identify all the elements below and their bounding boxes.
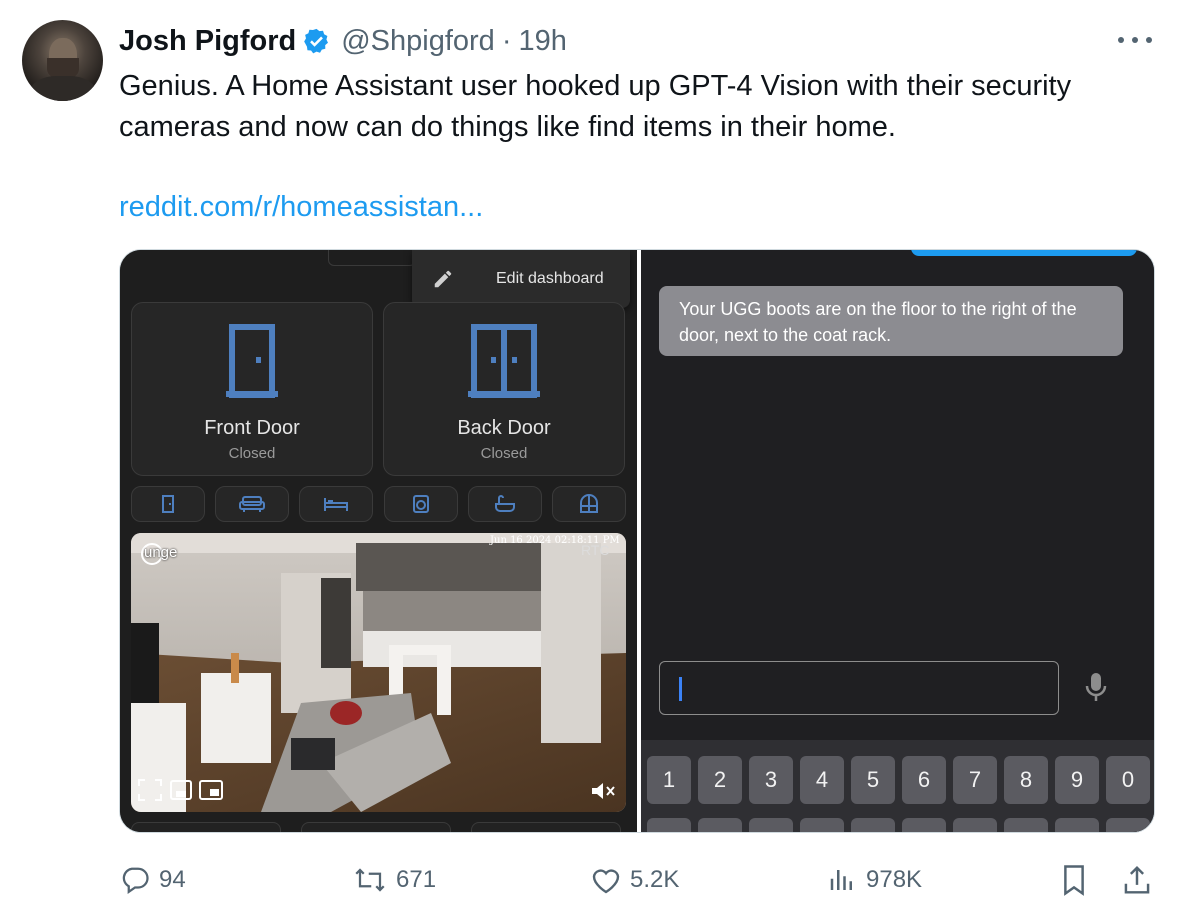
tweet-text: Genius. A Home Assistant user hooked up … <box>119 70 1072 143</box>
sofa-icon <box>239 496 266 512</box>
dot-separator: · <box>501 24 512 57</box>
bed-icon <box>324 498 349 511</box>
camera-scene <box>131 533 626 812</box>
author-avatar[interactable] <box>22 20 103 101</box>
key-8[interactable]: 8 <box>1004 756 1048 804</box>
bookmark-button[interactable] <box>1059 862 1097 898</box>
key-4[interactable]: 4 <box>800 756 844 804</box>
card-state: Closed <box>228 445 276 462</box>
numeric-keyboard: 1234567890 <box>641 740 1154 832</box>
key-6[interactable]: 6 <box>902 756 946 804</box>
like-count: 5.2K <box>630 866 680 893</box>
camera-source: RTC <box>581 542 610 558</box>
door-icon <box>226 324 278 398</box>
key-7[interactable]: 7 <box>953 756 997 804</box>
repost-button[interactable]: 671 <box>352 862 436 898</box>
edit-dashboard-label: Edit dashboard <box>496 270 604 287</box>
tweet-timestamp[interactable]: 19h <box>519 25 567 58</box>
author-name[interactable]: Josh Pigford <box>119 25 296 58</box>
text-caret <box>679 677 682 701</box>
home-assistant-dashboard: Edit dashboard Front Door Closed Back Do… <box>120 250 637 832</box>
tweet-media[interactable]: Edit dashboard Front Door Closed Back Do… <box>119 249 1155 833</box>
second-key-row <box>647 818 1150 832</box>
author-handle[interactable]: @Shpigford <box>341 25 495 58</box>
tweet-header: Josh Pigford @Shpigford · 19h <box>119 24 567 58</box>
view-count: 978K <box>866 866 923 893</box>
repost-count: 671 <box>396 866 437 893</box>
card-title: Front Door <box>204 417 300 439</box>
key-1[interactable]: 1 <box>647 756 691 804</box>
window-icon <box>579 494 598 513</box>
more-options-icon[interactable] <box>1118 28 1152 52</box>
fullscreen-icon[interactable] <box>137 778 163 802</box>
more-cards-row <box>131 822 626 832</box>
card-state: Closed <box>480 445 528 462</box>
key-9[interactable]: 9 <box>1055 756 1099 804</box>
chip-sofa[interactable] <box>215 486 290 522</box>
mute-icon[interactable] <box>590 780 616 802</box>
snapshot-icon[interactable] <box>169 778 193 802</box>
double-door-icon <box>468 324 540 398</box>
dashboard-top-tab <box>328 250 416 266</box>
tweet-link[interactable]: reddit.com/r/homeassistan... <box>119 187 483 228</box>
sent-message-bubble <box>911 250 1137 256</box>
assistant-chat: Your UGG boots are on the floor to the r… <box>641 250 1154 832</box>
area-chips <box>131 486 626 522</box>
heart-icon <box>592 869 620 894</box>
views-button[interactable]: 978K <box>826 862 922 898</box>
reply-icon <box>122 867 149 895</box>
pencil-icon <box>434 270 452 288</box>
microphone-icon[interactable] <box>1083 671 1109 703</box>
tweet-actions: 94 671 5.2K 978K <box>119 862 1159 898</box>
chip-bedroom[interactable] <box>299 486 374 522</box>
reply-count: 94 <box>159 866 186 893</box>
key-5[interactable]: 5 <box>851 756 895 804</box>
views-icon <box>830 870 852 890</box>
more-dot <box>1118 37 1124 43</box>
chip-bathroom[interactable] <box>467 486 542 522</box>
edit-dashboard-menu-item[interactable]: Edit dashboard <box>412 250 630 308</box>
lounge-camera-feed[interactable] <box>131 533 626 812</box>
bathtub-icon <box>494 495 515 512</box>
door-icon <box>162 495 174 513</box>
chat-input[interactable] <box>659 661 1059 715</box>
front-door-card[interactable]: Front Door Closed <box>131 302 373 476</box>
repost-icon <box>355 868 385 892</box>
camera-label: unge <box>144 544 178 561</box>
like-button[interactable]: 5.2K <box>590 862 679 898</box>
more-dot <box>1132 37 1138 43</box>
verified-badge-icon[interactable] <box>302 27 331 56</box>
more-dot <box>1146 37 1152 43</box>
key-0[interactable]: 0 <box>1106 756 1150 804</box>
key-3[interactable]: 3 <box>749 756 793 804</box>
avatar-body <box>30 76 96 101</box>
back-door-card[interactable]: Back Door Closed <box>383 302 625 476</box>
chip-window[interactable] <box>551 486 626 522</box>
washer-icon <box>412 495 429 513</box>
chip-door[interactable] <box>131 486 205 522</box>
card-title: Back Door <box>457 417 551 439</box>
reply-button[interactable]: 94 <box>119 862 186 898</box>
share-button[interactable] <box>1122 862 1160 898</box>
bookmark-icon <box>1064 865 1084 896</box>
number-key-row: 1234567890 <box>647 756 1150 804</box>
share-icon <box>1124 865 1150 894</box>
chip-laundry[interactable] <box>383 486 458 522</box>
picture-in-picture-icon[interactable] <box>198 778 224 802</box>
assistant-reply-bubble: Your UGG boots are on the floor to the r… <box>659 286 1123 356</box>
key-2[interactable]: 2 <box>698 756 742 804</box>
